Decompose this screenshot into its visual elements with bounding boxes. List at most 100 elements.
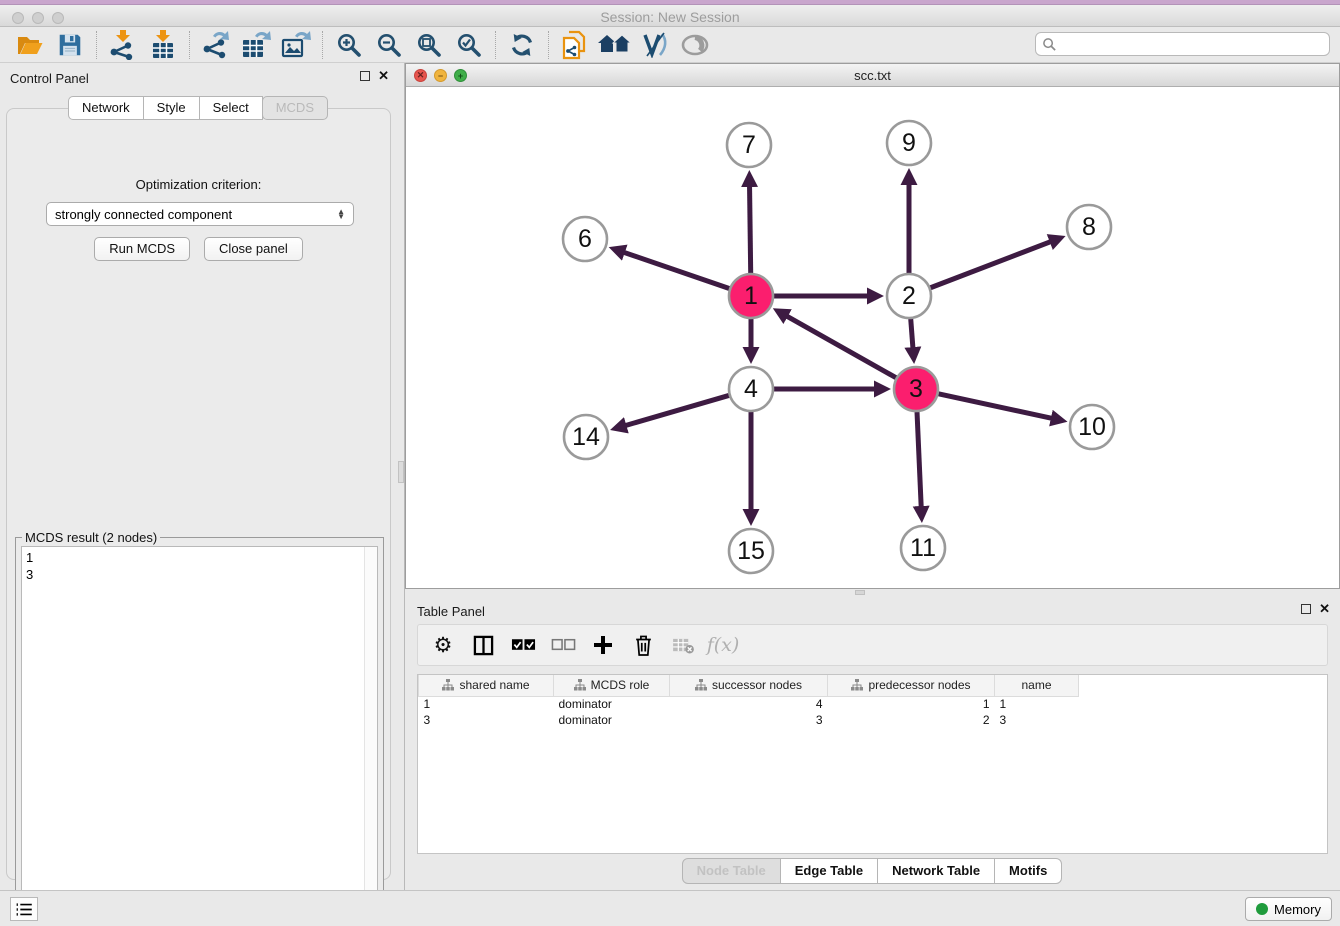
vizmapper-icon[interactable] xyxy=(635,29,675,61)
tab-network-table[interactable]: Network Table xyxy=(877,858,995,884)
deselect-all-rows-icon[interactable] xyxy=(546,628,580,662)
table-cell[interactable]: 1 xyxy=(828,696,995,712)
tab-select[interactable]: Select xyxy=(199,96,263,120)
export-network-icon[interactable] xyxy=(196,29,236,61)
float-panel-icon[interactable] xyxy=(360,71,370,81)
table-cell[interactable]: 3 xyxy=(995,712,1079,728)
table-cell[interactable]: dominator xyxy=(554,712,670,728)
open-folder-icon[interactable] xyxy=(10,29,50,61)
search-input[interactable] xyxy=(1057,34,1329,54)
home-icon[interactable] xyxy=(595,29,635,61)
graph-edge-3-11[interactable] xyxy=(917,412,922,517)
zoom-fit-icon[interactable] xyxy=(409,29,449,61)
delete-table-icon[interactable] xyxy=(666,628,700,662)
table-cell[interactable]: 1 xyxy=(995,696,1079,712)
node-table[interactable]: shared name MCDS rolesuccessor nodes prede… xyxy=(417,674,1328,854)
tab-mcds[interactable]: MCDS xyxy=(262,96,328,120)
graph-node-10[interactable]: 10 xyxy=(1070,405,1114,449)
divider-handle[interactable] xyxy=(855,590,865,595)
column-header[interactable]: MCDS role xyxy=(554,675,670,696)
refresh-layout-icon[interactable] xyxy=(502,29,542,61)
graph-edge-2-3[interactable] xyxy=(911,319,914,358)
tab-network[interactable]: Network xyxy=(68,96,144,120)
column-header[interactable]: shared name xyxy=(419,675,554,696)
svg-text:10: 10 xyxy=(1078,413,1106,441)
graph-edge-2-8[interactable] xyxy=(930,238,1060,288)
close-panel-icon[interactable]: ✕ xyxy=(378,71,389,81)
toolbar-separator xyxy=(322,31,323,59)
export-image-icon[interactable] xyxy=(276,29,316,61)
table-cell[interactable]: 3 xyxy=(670,712,828,728)
table-settings-gear-icon[interactable]: ⚙ xyxy=(426,628,460,662)
column-visibility-icon[interactable] xyxy=(466,628,500,662)
column-header[interactable]: predecessor nodes xyxy=(828,675,995,696)
mcds-result-text[interactable]: 1 3 xyxy=(21,546,378,911)
hide-eye-icon[interactable] xyxy=(675,29,715,61)
graph-edge-3-10[interactable] xyxy=(938,394,1061,421)
table-cell[interactable]: 1 xyxy=(419,696,554,712)
tab-node-table[interactable]: Node Table xyxy=(682,858,781,884)
column-header-label: predecessor nodes xyxy=(868,678,970,692)
graph-node-4[interactable]: 4 xyxy=(729,367,773,411)
graph-edge-1-6[interactable] xyxy=(614,249,729,288)
graph-edge-4-14[interactable] xyxy=(616,395,729,428)
table-row[interactable]: 3dominator323 xyxy=(419,712,1079,728)
select-all-rows-icon[interactable] xyxy=(506,628,540,662)
tab-edge-table[interactable]: Edge Table xyxy=(780,858,878,884)
clone-network-icon[interactable] xyxy=(555,29,595,61)
import-network-icon[interactable] xyxy=(103,29,143,61)
table-cell[interactable]: 3 xyxy=(419,712,554,728)
column-header-label: shared name xyxy=(459,678,529,692)
network-canvas[interactable]: 7 9 6 8 1 2 4 3 14 10 15 11 xyxy=(406,87,1339,588)
svg-text:15: 15 xyxy=(737,537,765,565)
task-history-button[interactable] xyxy=(10,897,38,921)
vertical-split-divider[interactable] xyxy=(397,63,405,890)
import-table-icon[interactable] xyxy=(143,29,183,61)
graph-node-1[interactable]: 1 xyxy=(729,274,773,318)
divider-handle[interactable] xyxy=(398,461,404,483)
function-builder-icon[interactable]: f(x) xyxy=(706,628,740,662)
graph-edge-3-1[interactable] xyxy=(778,311,896,377)
table-cell[interactable]: 4 xyxy=(670,696,828,712)
graph-edge-1-7[interactable] xyxy=(749,176,750,273)
memory-label: Memory xyxy=(1274,902,1321,917)
float-panel-icon[interactable] xyxy=(1301,604,1311,614)
memory-status-icon xyxy=(1256,903,1268,915)
list-icon xyxy=(15,902,33,917)
attribute-tree-icon xyxy=(851,679,863,691)
horizontal-split-divider[interactable] xyxy=(405,589,1340,596)
network-graph[interactable]: 7 9 6 8 1 2 4 3 14 10 15 11 xyxy=(406,87,1339,588)
dropdown-stepper-icon: ▲▼ xyxy=(337,209,345,219)
graph-node-3[interactable]: 3 xyxy=(894,367,938,411)
run-mcds-button[interactable]: Run MCDS xyxy=(94,237,190,261)
export-table-icon[interactable] xyxy=(236,29,276,61)
zoom-out-icon[interactable] xyxy=(369,29,409,61)
graph-node-15[interactable]: 15 xyxy=(729,529,773,573)
zoom-selected-icon[interactable] xyxy=(449,29,489,61)
criterion-selected-value: strongly connected component xyxy=(55,207,337,222)
memory-button[interactable]: Memory xyxy=(1245,897,1332,921)
graph-node-14[interactable]: 14 xyxy=(564,415,608,459)
add-column-icon[interactable] xyxy=(586,628,620,662)
criterion-dropdown[interactable]: strongly connected component ▲▼ xyxy=(46,202,354,226)
graph-node-11[interactable]: 11 xyxy=(901,526,945,570)
graph-node-7[interactable]: 7 xyxy=(727,123,771,167)
delete-column-icon[interactable] xyxy=(626,628,660,662)
save-icon[interactable] xyxy=(50,29,90,61)
tab-motifs[interactable]: Motifs xyxy=(994,858,1062,884)
zoom-in-icon[interactable] xyxy=(329,29,369,61)
result-scrollbar[interactable] xyxy=(364,547,377,910)
table-cell[interactable]: dominator xyxy=(554,696,670,712)
graph-node-6[interactable]: 6 xyxy=(563,217,607,261)
graph-node-2[interactable]: 2 xyxy=(887,274,931,318)
graph-node-8[interactable]: 8 xyxy=(1067,205,1111,249)
search-field[interactable] xyxy=(1035,32,1330,56)
column-header[interactable]: successor nodes xyxy=(670,675,828,696)
column-header[interactable]: name xyxy=(995,675,1079,696)
close-panel-icon[interactable]: ✕ xyxy=(1319,604,1330,614)
close-panel-button[interactable]: Close panel xyxy=(204,237,303,261)
graph-node-9[interactable]: 9 xyxy=(887,121,931,165)
tab-style[interactable]: Style xyxy=(143,96,200,120)
table-row[interactable]: 1dominator411 xyxy=(419,696,1079,712)
table-cell[interactable]: 2 xyxy=(828,712,995,728)
